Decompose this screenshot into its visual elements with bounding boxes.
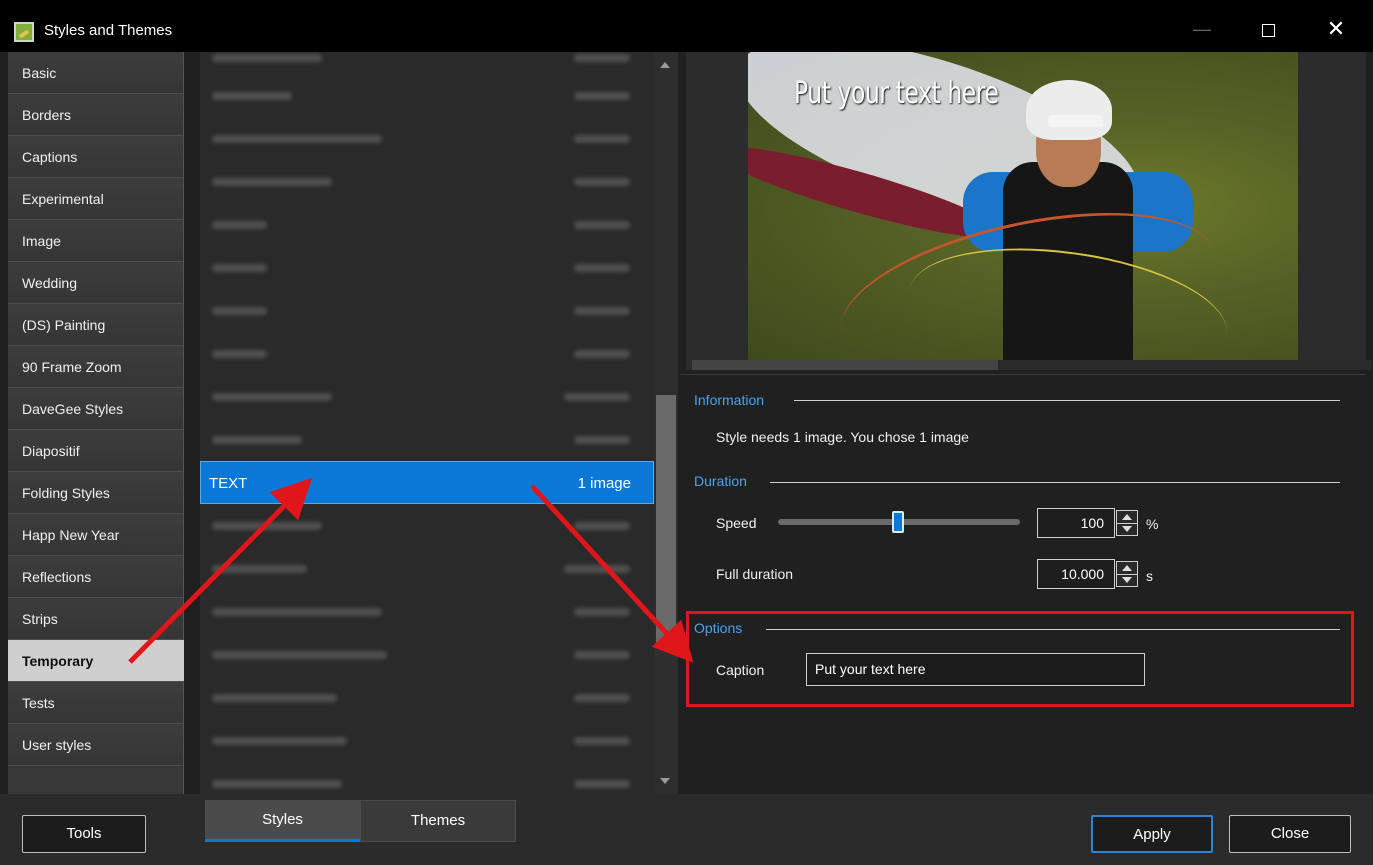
speed-unit: %	[1146, 516, 1159, 532]
sidebar-item[interactable]: 90 Frame Zoom	[8, 346, 183, 388]
scroll-thumb[interactable]	[656, 395, 676, 645]
style-name: TEXT	[209, 475, 248, 492]
apply-button[interactable]: Apply	[1091, 815, 1213, 853]
preview-caption: Put your text here	[794, 76, 999, 111]
tab-themes[interactable]: Themes	[360, 800, 516, 842]
tools-button[interactable]: Tools	[22, 815, 146, 853]
list-item[interactable]	[200, 762, 654, 794]
list-item[interactable]	[200, 719, 654, 762]
sidebar-item-active[interactable]: Temporary	[8, 640, 184, 682]
list-scrollbar[interactable]	[654, 52, 678, 794]
list-item[interactable]	[200, 246, 654, 289]
preview-area: Put your text here	[686, 52, 1372, 370]
full-duration-input[interactable]: 10.000	[1037, 559, 1115, 589]
preview-scroll-thumb[interactable]	[692, 360, 998, 370]
sidebar-item[interactable]: Borders	[8, 94, 183, 136]
sidebar-item[interactable]: Reflections	[8, 556, 183, 598]
sidebar-item[interactable]: Strips	[8, 598, 183, 640]
divider	[770, 482, 1340, 483]
full-duration-unit: s	[1146, 568, 1153, 584]
speed-slider-thumb[interactable]	[892, 511, 904, 533]
list-item[interactable]	[200, 117, 654, 160]
information-text: Style needs 1 image. You chose 1 image	[716, 429, 969, 445]
list-item[interactable]	[200, 52, 654, 74]
style-image-count: 1 image	[577, 475, 631, 492]
category-sidebar: Basic Borders Captions Experimental Imag…	[8, 52, 184, 794]
sidebar-item[interactable]: Happ New Year	[8, 514, 183, 556]
window-title: Styles and Themes	[44, 22, 173, 39]
information-title: Information	[694, 392, 765, 408]
close-window-button[interactable]: ✕	[1316, 14, 1356, 44]
sidebar-item[interactable]: Folding Styles	[8, 472, 183, 514]
scroll-up-icon[interactable]	[660, 62, 670, 68]
sidebar-item[interactable]: Diapositif	[8, 430, 183, 472]
title-bar: Styles and Themes — ✕	[0, 0, 1373, 52]
divider	[680, 374, 1366, 375]
minimize-button[interactable]: —	[1182, 14, 1222, 44]
list-item[interactable]	[200, 547, 654, 590]
sidebar-item[interactable]: Wedding	[8, 262, 183, 304]
app-icon	[14, 22, 34, 42]
sidebar-item[interactable]: Experimental	[8, 178, 183, 220]
list-item[interactable]	[200, 633, 654, 676]
speed-stepper[interactable]	[1116, 510, 1138, 536]
list-item[interactable]	[200, 418, 654, 461]
list-item[interactable]	[200, 504, 654, 547]
tab-styles[interactable]: Styles	[205, 800, 360, 842]
sidebar-item[interactable]: Tests	[8, 682, 183, 724]
duration-title: Duration	[694, 473, 747, 489]
full-duration-label: Full duration	[716, 566, 794, 582]
speed-label: Speed	[716, 515, 757, 531]
sidebar-item[interactable]: User styles	[8, 724, 183, 766]
list-item[interactable]	[200, 375, 654, 418]
scroll-down-icon[interactable]	[660, 778, 670, 784]
speed-input[interactable]: 100	[1037, 508, 1115, 538]
list-item-selected[interactable]: TEXT 1 image	[200, 461, 654, 504]
divider	[794, 400, 1340, 401]
maximize-icon	[1261, 23, 1275, 37]
sidebar-item[interactable]: Image	[8, 220, 183, 262]
sidebar-item[interactable]: Captions	[8, 136, 183, 178]
sidebar-item[interactable]: DaveGee Styles	[8, 388, 183, 430]
list-item[interactable]	[200, 332, 654, 375]
list-item[interactable]	[200, 160, 654, 203]
list-item[interactable]	[200, 203, 654, 246]
list-item[interactable]	[200, 676, 654, 719]
preview-scrollbar[interactable]	[692, 360, 1372, 370]
sidebar-item[interactable]: (DS) Painting	[8, 304, 183, 346]
list-item[interactable]	[200, 74, 654, 117]
full-duration-stepper[interactable]	[1116, 561, 1138, 587]
sidebar-item[interactable]: Basic	[8, 52, 183, 94]
list-item[interactable]	[200, 289, 654, 332]
annotation-highlight-box	[686, 611, 1354, 707]
close-button[interactable]: Close	[1229, 815, 1351, 853]
preview-image: Put your text here	[748, 52, 1298, 360]
styles-list: TEXT 1 image	[200, 52, 654, 794]
maximize-button[interactable]	[1248, 14, 1288, 44]
list-item[interactable]	[200, 590, 654, 633]
